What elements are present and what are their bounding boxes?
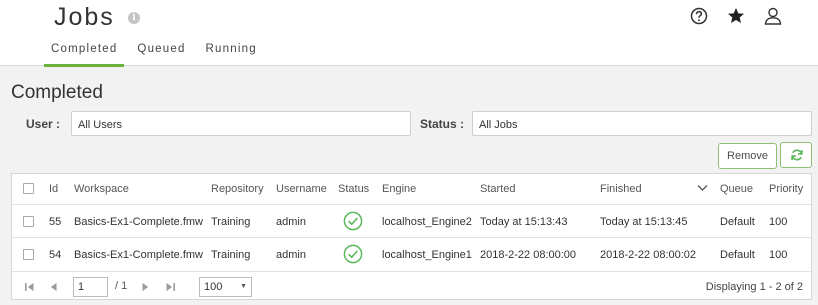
job-username: admin xyxy=(276,216,306,228)
tab-queued[interactable]: Queued xyxy=(130,42,192,67)
job-queue: Default xyxy=(720,249,755,261)
job-started: 2018-2-22 08:00:00 xyxy=(480,249,577,261)
top-bar: Jobs i Completed Queued Running xyxy=(0,0,818,67)
status-filter-input[interactable]: All Jobs xyxy=(472,111,812,136)
user-filter-label: User : xyxy=(26,117,61,131)
job-workspace: Basics-Ex1-Complete.fmw xyxy=(74,216,203,228)
job-started: Today at 15:13:43 xyxy=(480,216,568,228)
job-repository: Training xyxy=(211,216,251,228)
page-size-select[interactable]: 100 ▼ xyxy=(199,277,252,297)
sort-descending-icon[interactable] xyxy=(697,184,708,192)
first-page-icon[interactable] xyxy=(24,282,35,292)
job-queue: Default xyxy=(720,216,755,228)
tab-completed[interactable]: Completed xyxy=(44,42,125,67)
job-finished: Today at 15:13:45 xyxy=(600,216,688,228)
column-header-id[interactable]: Id xyxy=(49,183,58,195)
refresh-button[interactable] xyxy=(780,142,812,168)
status-success-icon xyxy=(343,211,363,231)
last-page-icon[interactable] xyxy=(165,282,176,292)
job-username: admin xyxy=(276,249,306,261)
job-workspace: Basics-Ex1-Complete.fmw xyxy=(74,249,203,261)
job-tabs: Completed Queued Running xyxy=(44,42,270,67)
table-row[interactable]: 54 Basics-Ex1-Complete.fmw Training admi… xyxy=(12,238,811,270)
user-filter-input[interactable]: All Users xyxy=(71,111,411,136)
jobs-table: Id Workspace Repository Username Status … xyxy=(11,173,812,300)
previous-page-icon[interactable] xyxy=(49,282,58,292)
table-row[interactable]: 55 Basics-Ex1-Complete.fmw Training admi… xyxy=(12,205,811,237)
job-priority: 100 xyxy=(769,216,788,228)
column-header-priority[interactable]: Priority xyxy=(769,183,803,195)
column-header-username[interactable]: Username xyxy=(276,183,327,195)
column-header-started[interactable]: Started xyxy=(480,183,515,195)
column-header-engine[interactable]: Engine xyxy=(382,183,416,195)
column-header-status[interactable]: Status xyxy=(338,183,369,195)
job-id: 54 xyxy=(49,249,62,261)
job-engine: localhost_Engine1 xyxy=(382,249,472,261)
info-icon[interactable]: i xyxy=(128,12,140,24)
displaying-count: Displaying 1 - 2 of 2 xyxy=(705,281,803,293)
column-header-finished[interactable]: Finished xyxy=(600,183,642,195)
section-title: Completed xyxy=(11,82,103,103)
page-number-input[interactable]: 1 xyxy=(73,277,108,297)
column-header-queue[interactable]: Queue xyxy=(720,183,753,195)
select-all-checkbox[interactable] xyxy=(23,183,34,194)
star-icon[interactable] xyxy=(726,6,746,26)
help-icon[interactable] xyxy=(689,6,709,26)
job-priority: 100 xyxy=(769,249,788,261)
refresh-icon xyxy=(791,149,803,161)
job-id: 55 xyxy=(49,216,62,228)
column-header-workspace[interactable]: Workspace xyxy=(74,183,129,195)
row-checkbox[interactable] xyxy=(23,249,34,260)
row-checkbox[interactable] xyxy=(23,216,34,227)
remove-button[interactable]: Remove xyxy=(718,143,777,169)
chevron-down-icon: ▼ xyxy=(240,283,247,290)
tab-running[interactable]: Running xyxy=(199,42,264,67)
page-total: / 1 xyxy=(115,280,128,292)
user-icon[interactable] xyxy=(763,6,783,26)
job-engine: localhost_Engine2 xyxy=(382,216,472,228)
status-filter-label: Status : xyxy=(420,117,465,131)
status-success-icon xyxy=(343,244,363,264)
job-repository: Training xyxy=(211,249,251,261)
next-page-icon[interactable] xyxy=(141,282,150,292)
page-size-value: 100 xyxy=(204,281,223,293)
column-header-repository[interactable]: Repository xyxy=(211,183,264,195)
pager-divider xyxy=(12,271,811,272)
job-finished: 2018-2-22 08:00:02 xyxy=(600,249,697,261)
page-title: Jobs xyxy=(54,3,115,31)
